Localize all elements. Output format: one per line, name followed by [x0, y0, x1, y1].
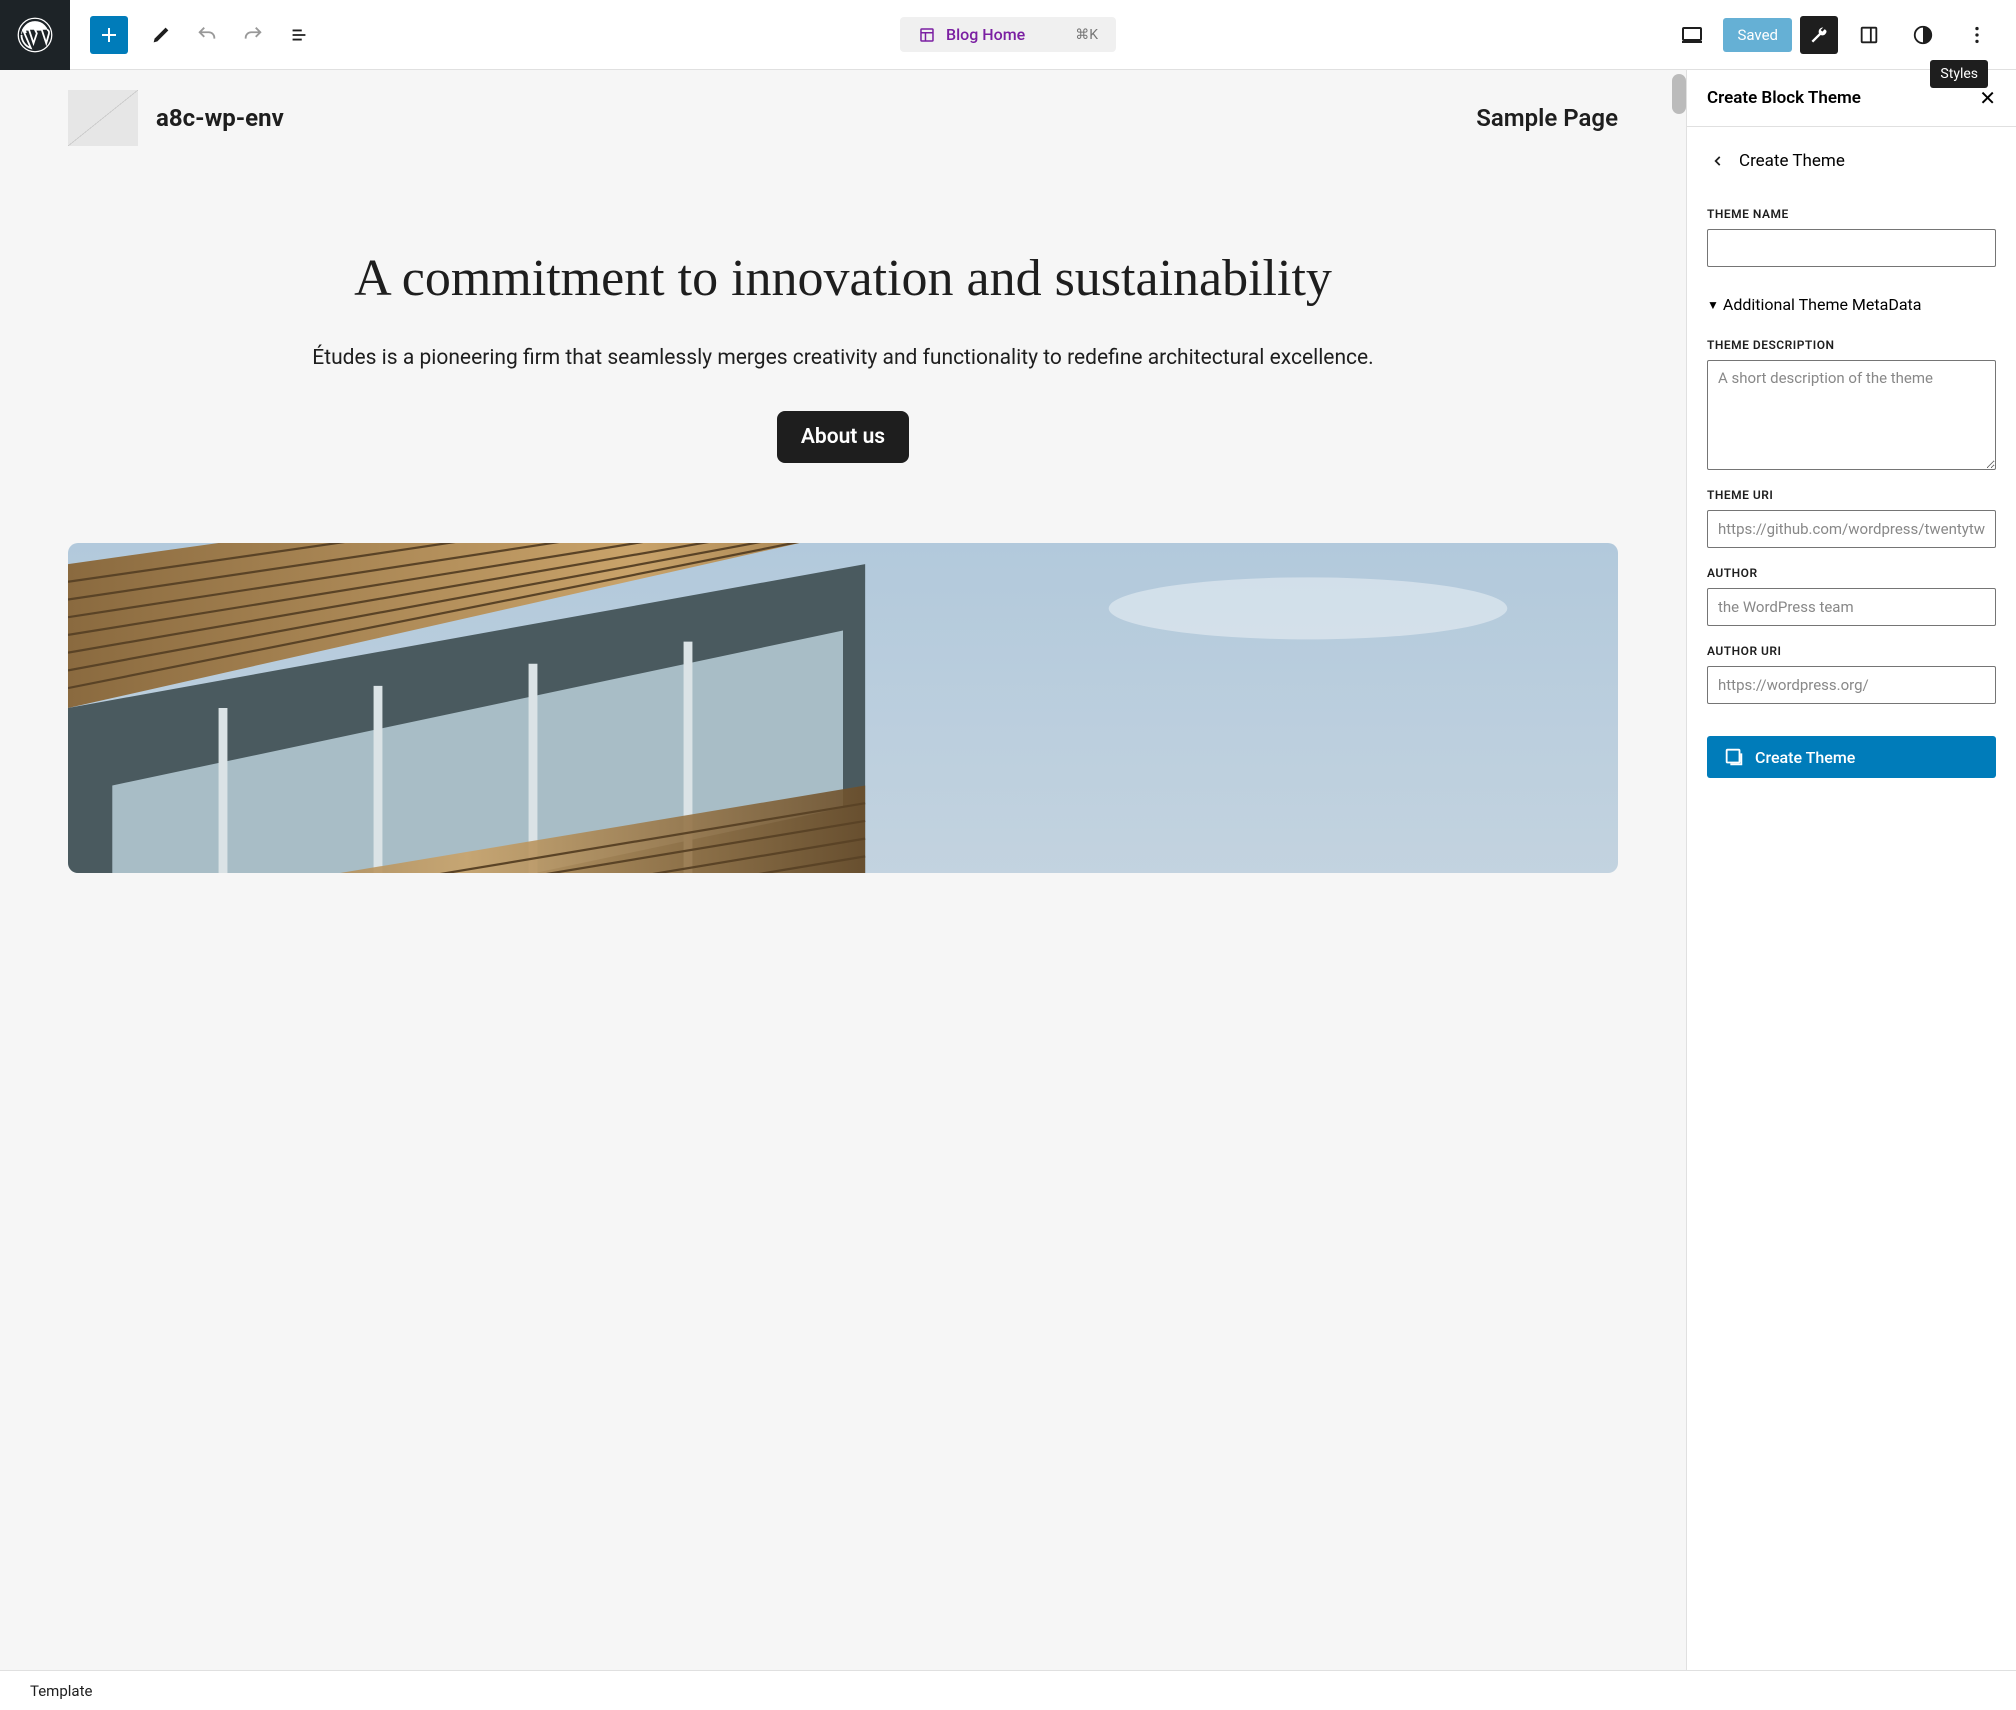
author-input[interactable]: [1707, 588, 1996, 626]
editor-canvas[interactable]: a8c-wp-env Sample Page A commitment to i…: [0, 70, 1686, 1670]
settings-sidebar-icon[interactable]: [1846, 12, 1892, 58]
redo-icon[interactable]: [230, 12, 276, 58]
canvas-area: a8c-wp-env Sample Page A commitment to i…: [0, 70, 1686, 1670]
panel-title: Create Block Theme: [1707, 88, 1861, 108]
hero-heading[interactable]: A commitment to innovation and sustainab…: [80, 246, 1606, 311]
template-icon: [918, 26, 936, 44]
breadcrumb-template[interactable]: Template: [30, 1682, 92, 1700]
options-menu-icon[interactable]: [1954, 12, 2000, 58]
theme-name-label: THEME NAME: [1707, 207, 1996, 221]
theme-description-input[interactable]: [1707, 360, 1996, 470]
hero-paragraph[interactable]: Études is a pioneering firm that seamles…: [80, 343, 1606, 375]
site-header-block[interactable]: a8c-wp-env Sample Page: [0, 70, 1686, 146]
site-title[interactable]: a8c-wp-env: [156, 104, 284, 132]
theme-name-input[interactable]: [1707, 229, 1996, 267]
metadata-label: Additional Theme MetaData: [1723, 295, 1922, 314]
undo-icon[interactable]: [184, 12, 230, 58]
save-button[interactable]: Saved: [1723, 18, 1792, 52]
theme-icon: [1723, 746, 1745, 768]
vertical-scrollbar[interactable]: [1672, 74, 1686, 114]
theme-uri-input[interactable]: [1707, 510, 1996, 548]
back-button[interactable]: Create Theme: [1687, 127, 2016, 181]
chevron-left-icon: [1711, 154, 1725, 168]
document-title: Blog Home: [946, 25, 1025, 44]
author-uri-label: AUTHOR URI: [1707, 644, 1996, 658]
nav-link-sample-page[interactable]: Sample Page: [1476, 104, 1618, 132]
wrench-icon: [1809, 25, 1829, 45]
theme-uri-label: THEME URI: [1707, 488, 1996, 502]
create-theme-button-label: Create Theme: [1755, 748, 1855, 767]
shortcut-hint: ⌘K: [1075, 27, 1098, 43]
create-theme-button[interactable]: Create Theme: [1707, 736, 1996, 778]
author-uri-input[interactable]: [1707, 666, 1996, 704]
site-logo-placeholder[interactable]: [68, 90, 138, 146]
topbar: Blog Home ⌘K Saved Styles: [0, 0, 2016, 70]
workspace: a8c-wp-env Sample Page A commitment to i…: [0, 70, 2016, 1670]
wordpress-logo[interactable]: [0, 0, 70, 70]
hero-image[interactable]: [68, 543, 1618, 873]
tools-button[interactable]: [1800, 16, 1838, 54]
footer-breadcrumb-bar: Template: [0, 1670, 2016, 1710]
hero-block[interactable]: A commitment to innovation and sustainab…: [0, 146, 1686, 503]
create-block-theme-panel: Create Block Theme ✕ Create Theme THEME …: [1686, 70, 2016, 1670]
close-icon[interactable]: ✕: [1979, 88, 1996, 108]
block-inserter-button[interactable]: [90, 16, 128, 54]
author-label: AUTHOR: [1707, 566, 1996, 580]
styles-icon[interactable]: [1900, 12, 1946, 58]
view-desktop-icon[interactable]: [1669, 12, 1715, 58]
metadata-disclosure[interactable]: ▼ Additional Theme MetaData: [1707, 295, 1996, 314]
list-view-icon[interactable]: [276, 12, 322, 58]
disclosure-triangle-icon: ▼: [1707, 298, 1719, 312]
theme-description-label: THEME DESCRIPTION: [1707, 338, 1996, 352]
edit-tool-icon[interactable]: [138, 12, 184, 58]
document-switcher[interactable]: Blog Home ⌘K: [900, 17, 1116, 52]
styles-tooltip: Styles: [1930, 60, 1988, 88]
hero-cta-button[interactable]: About us: [777, 411, 909, 463]
panel-form: THEME NAME ▼ Additional Theme MetaData T…: [1687, 181, 2016, 802]
back-label: Create Theme: [1739, 151, 1845, 171]
